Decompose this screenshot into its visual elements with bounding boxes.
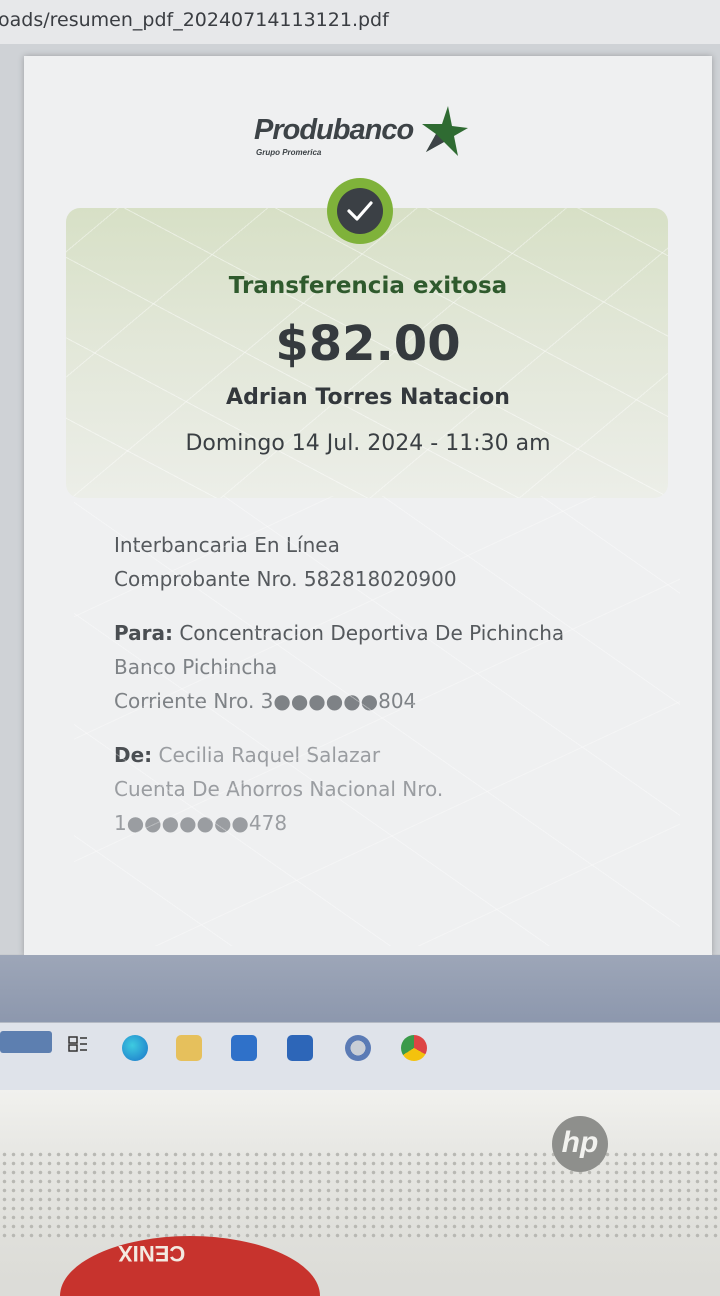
taskview-icon[interactable] <box>68 1035 88 1053</box>
from-label: De: <box>114 743 153 767</box>
viewer-bottom-area <box>0 955 720 1025</box>
hp-logo: hp <box>552 1116 608 1172</box>
to-name: Concentracion Deportiva De Pichincha <box>179 621 565 645</box>
from-line: De: Cecilia Raquel Salazar <box>114 738 674 772</box>
transfer-status: Transferencia exitosa <box>228 273 508 299</box>
refresh-app-icon[interactable] <box>345 1035 371 1061</box>
to-label: Para: <box>114 621 173 645</box>
edge-icon[interactable] <box>122 1035 148 1061</box>
store-icon[interactable] <box>231 1035 257 1061</box>
to-account: Corriente Nro. 3●●●●●●804 <box>114 689 417 713</box>
logo-name: Produbanco <box>254 114 414 146</box>
to-bank: Banco Pichincha <box>114 655 278 679</box>
produbanco-logo: Produbanco Grupo Promerica <box>254 106 484 166</box>
produbanco-star-icon <box>422 106 468 156</box>
taskbar <box>0 1022 720 1090</box>
speaker-grille <box>0 1150 720 1238</box>
transfer-datetime: Domingo 14 Jul. 2024 - 11:30 am <box>185 431 551 456</box>
transfer-type: Interbancaria En Línea <box>114 533 340 557</box>
transfer-details: Interbancaria En Línea Comprobante Nro. … <box>114 528 674 840</box>
bank-app-icon[interactable] <box>287 1035 313 1061</box>
recipient-name: Adrian Torres Natacion <box>226 385 510 410</box>
address-bar-url: oads/resumen_pdf_20240714113121.pdf <box>0 9 389 31</box>
monitor-screen: oads/resumen_pdf_20240714113121.pdf Prod… <box>0 0 720 1090</box>
sticker-text: CENIX <box>118 1241 186 1266</box>
success-badge <box>327 178 393 244</box>
logo-subtitle: Grupo Promerica <box>256 148 322 157</box>
from-account-type: Cuenta De Ahorros Nacional Nro. <box>114 777 444 801</box>
address-bar[interactable]: oads/resumen_pdf_20240714113121.pdf <box>0 0 720 45</box>
chrome-icon[interactable] <box>401 1035 427 1061</box>
from-name: Cecilia Raquel Salazar <box>158 743 381 767</box>
pdf-page: Produbanco Grupo Promerica Transferencia… <box>24 56 712 956</box>
taskbar-search[interactable] <box>0 1031 52 1053</box>
to-line: Para: Concentracion Deportiva De Pichinc… <box>114 616 674 650</box>
transfer-amount: $82.00 <box>275 316 461 372</box>
from-account: 1●●●●●●●478 <box>114 811 288 835</box>
check-icon <box>347 201 373 221</box>
voucher-number: Comprobante Nro. 582818020900 <box>114 567 457 591</box>
file-explorer-icon[interactable] <box>176 1035 202 1061</box>
